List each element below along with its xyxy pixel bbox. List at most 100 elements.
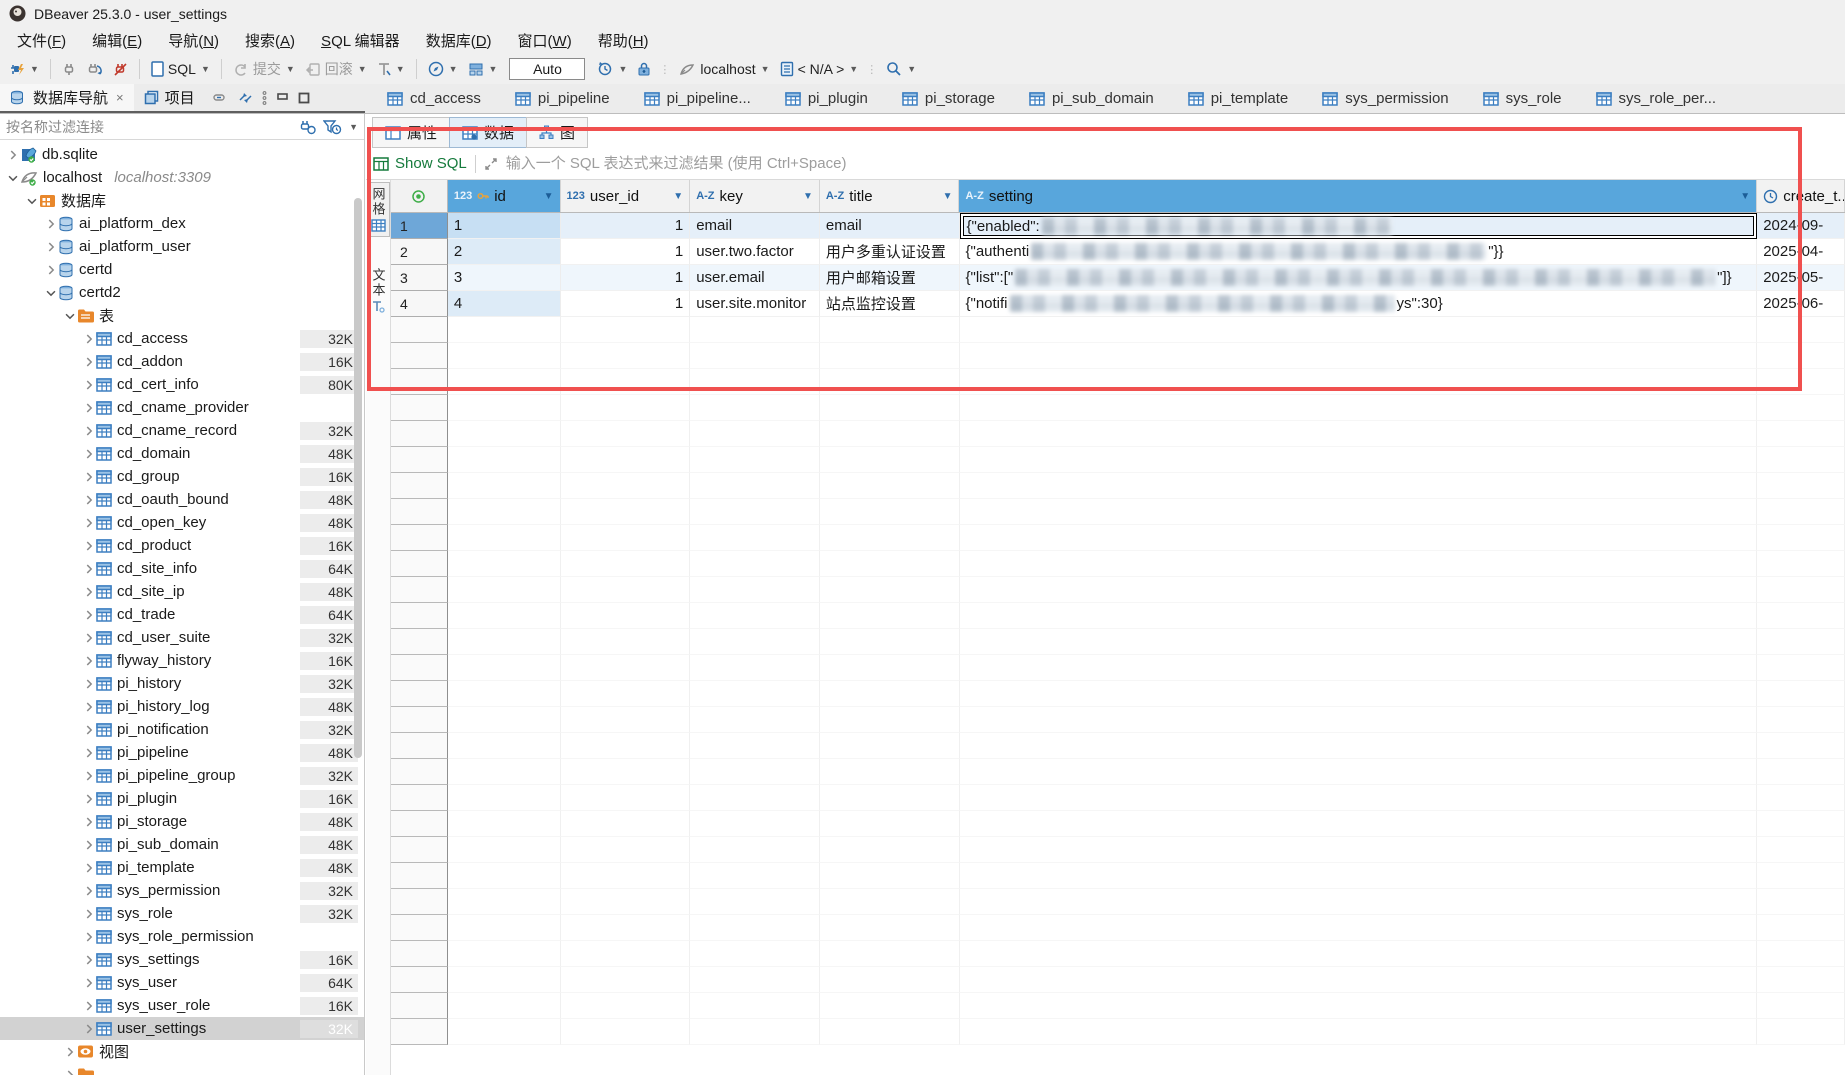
tree-item-localhost[interactable]: localhostlocalhost:3309 [0, 166, 364, 189]
empty-cell[interactable] [561, 317, 691, 343]
row-number-cell[interactable] [391, 915, 448, 941]
empty-cell[interactable] [561, 915, 691, 941]
menu-item[interactable]: 文件(F) [4, 27, 79, 54]
empty-cell[interactable] [690, 811, 820, 837]
row-number-cell[interactable] [391, 629, 448, 655]
commit-button[interactable]: 提交▼ [229, 56, 299, 82]
empty-cell[interactable] [690, 525, 820, 551]
empty-cell[interactable] [1757, 941, 1845, 967]
cell-title[interactable]: 站点监控设置 [820, 291, 960, 317]
cell-user_id[interactable]: 1 [561, 265, 691, 291]
row-number-cell[interactable] [391, 681, 448, 707]
refresh-button[interactable]: ▼ [593, 58, 631, 80]
row-number-cell[interactable] [391, 811, 448, 837]
minimize-icon[interactable] [276, 92, 289, 103]
editor-tab-pi_template[interactable]: pi_template [1176, 84, 1311, 113]
empty-cell[interactable] [820, 655, 960, 681]
empty-cell[interactable] [561, 343, 691, 369]
row-number-cell[interactable] [391, 447, 448, 473]
empty-cell[interactable] [820, 499, 960, 525]
empty-cell[interactable] [690, 629, 820, 655]
menu-item[interactable]: 编辑(E) [79, 27, 155, 54]
empty-cell[interactable] [960, 733, 1758, 759]
empty-cell[interactable] [448, 915, 561, 941]
cell-key[interactable]: user.email [690, 265, 820, 291]
close-icon[interactable]: × [116, 90, 124, 105]
empty-cell[interactable] [690, 551, 820, 577]
empty-cell[interactable] [448, 889, 561, 915]
empty-cell[interactable] [561, 421, 691, 447]
row-number-cell[interactable] [391, 577, 448, 603]
empty-cell[interactable] [561, 551, 691, 577]
tree-item-pi_storage[interactable]: pi_storage48K [0, 810, 364, 833]
output-button[interactable]: ▼ [464, 59, 502, 80]
empty-cell[interactable] [561, 447, 691, 473]
empty-cell[interactable] [448, 759, 561, 785]
empty-cell[interactable] [561, 577, 691, 603]
row-number-cell[interactable] [391, 707, 448, 733]
empty-cell[interactable] [690, 369, 820, 395]
empty-cell[interactable] [690, 577, 820, 603]
row-number-cell[interactable] [391, 499, 448, 525]
editor-tab-sys_role[interactable]: sys_role [1471, 84, 1584, 113]
tree-item-ai_platform_dex[interactable]: ai_platform_dex [0, 212, 364, 235]
tree-item-certd[interactable]: certd [0, 258, 364, 281]
empty-cell[interactable] [561, 863, 691, 889]
empty-cell[interactable] [1757, 317, 1845, 343]
row-number-cell[interactable] [391, 395, 448, 421]
empty-cell[interactable] [1757, 811, 1845, 837]
empty-cell[interactable] [960, 863, 1758, 889]
tree-item-视图[interactable]: 视图 [0, 1040, 364, 1063]
row-number-cell[interactable] [391, 863, 448, 889]
empty-cell[interactable] [820, 863, 960, 889]
empty-cell[interactable] [561, 707, 691, 733]
empty-cell[interactable] [448, 629, 561, 655]
row-number-cell[interactable] [391, 759, 448, 785]
cell-title[interactable]: email [820, 213, 960, 239]
tab-database-navigator[interactable]: 数据库导航 × [0, 84, 134, 111]
sidebar-scrollbar[interactable] [354, 198, 362, 758]
empty-cell[interactable] [448, 785, 561, 811]
tree-item-cd_cname_provider[interactable]: cd_cname_provider [0, 396, 364, 419]
row-number-cell[interactable] [391, 603, 448, 629]
empty-cell[interactable] [1757, 785, 1845, 811]
empty-cell[interactable] [960, 551, 1758, 577]
empty-cell[interactable] [1757, 837, 1845, 863]
grid-corner-cell[interactable] [391, 180, 448, 212]
reconnect-button[interactable] [83, 59, 107, 80]
row-number-cell[interactable] [391, 473, 448, 499]
empty-cell[interactable] [820, 811, 960, 837]
empty-cell[interactable] [960, 1019, 1758, 1045]
empty-cell[interactable] [690, 1019, 820, 1045]
row-number-cell[interactable]: 3 [391, 265, 448, 291]
empty-cell[interactable] [1757, 395, 1845, 421]
empty-cell[interactable] [561, 603, 691, 629]
show-sql-button[interactable]: Show SQL [373, 155, 467, 172]
empty-cell[interactable] [960, 317, 1758, 343]
empty-cell[interactable] [561, 941, 691, 967]
empty-cell[interactable] [690, 395, 820, 421]
column-filter-arrow-icon[interactable]: ▼ [803, 191, 813, 202]
row-number-cell[interactable]: 1 [391, 213, 448, 239]
empty-cell[interactable] [960, 759, 1758, 785]
empty-cell[interactable] [448, 551, 561, 577]
empty-cell[interactable] [561, 993, 691, 1019]
empty-cell[interactable] [690, 941, 820, 967]
row-number-cell[interactable] [391, 967, 448, 993]
empty-cell[interactable] [820, 421, 960, 447]
tree-item-sys_settings[interactable]: sys_settings16K [0, 948, 364, 971]
cell-create[interactable]: 2025-05- [1757, 265, 1845, 291]
tree-item-cd_cname_record[interactable]: cd_cname_record32K [0, 419, 364, 442]
disconnect-button[interactable] [109, 59, 132, 80]
tree-item-cd_access[interactable]: cd_access32K [0, 327, 364, 350]
row-number-cell[interactable] [391, 1019, 448, 1045]
empty-cell[interactable] [448, 499, 561, 525]
empty-cell[interactable] [1757, 499, 1845, 525]
empty-cell[interactable] [690, 707, 820, 733]
editor-tab-sys_permission[interactable]: sys_permission [1310, 84, 1470, 113]
tree-item-pi_pipeline[interactable]: pi_pipeline48K [0, 741, 364, 764]
empty-cell[interactable] [448, 811, 561, 837]
tree-item-cd_group[interactable]: cd_group16K [0, 465, 364, 488]
column-header-key[interactable]: A-Zkey▼ [690, 180, 820, 212]
tree-item-cd_trade[interactable]: cd_trade64K [0, 603, 364, 626]
